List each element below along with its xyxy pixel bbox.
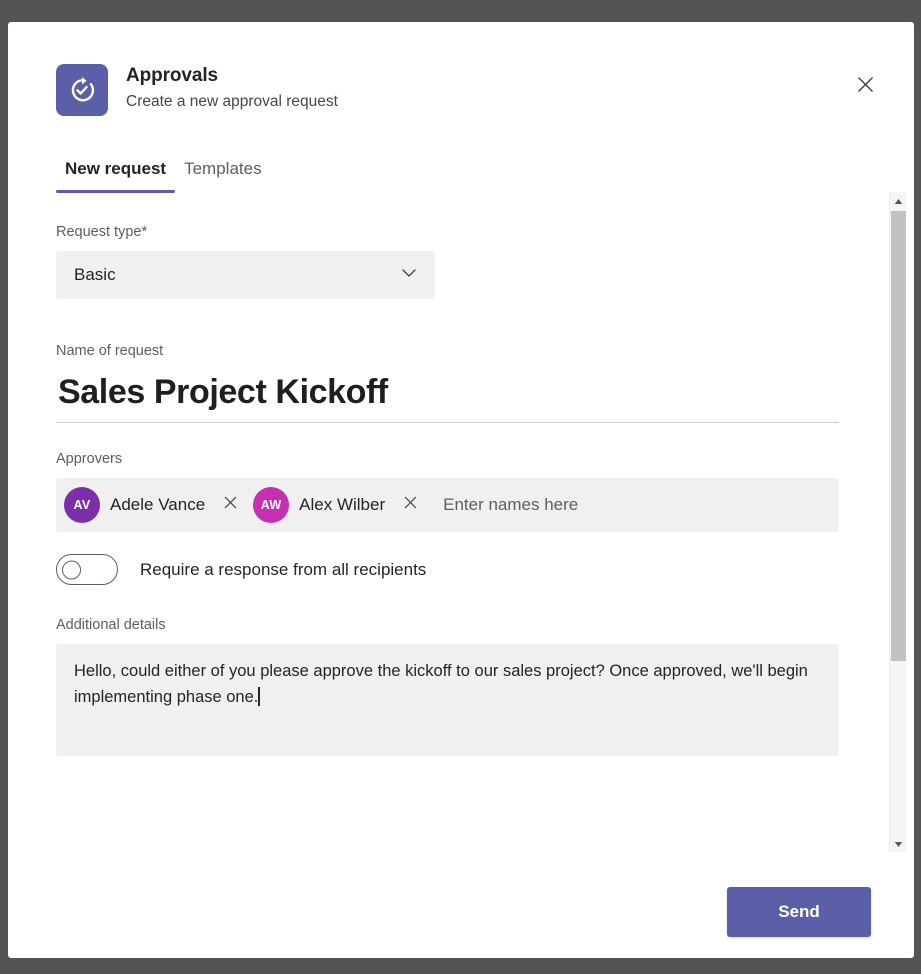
triangle-down-icon (894, 835, 903, 853)
avatar-initials: AW (260, 498, 282, 512)
avatar: AW (253, 487, 290, 523)
approvers-group: Approvers AV Adele Vance AW Alex Wilber … (56, 449, 846, 585)
dialog-title: Approvals (126, 65, 219, 86)
name-of-request-input[interactable]: Sales Project Kickoff (56, 370, 846, 422)
close-icon (403, 495, 418, 515)
additional-details-text[interactable]: Hello, could either of you please approv… (74, 658, 819, 710)
close-icon (856, 75, 875, 97)
dialog-subtitle: Create a new approval request (126, 93, 338, 110)
tab-templates-label: Templates (184, 159, 262, 178)
scroll-up-button[interactable] (890, 192, 907, 209)
tab-templates[interactable]: Templates (175, 155, 270, 193)
screen: Approvals Create a new approval request … (0, 0, 921, 974)
avatar-initials: AV (73, 498, 91, 512)
name-of-request-group: Name of request Sales Project Kickoff (56, 341, 846, 423)
approver-chip[interactable]: AW Alex Wilber (251, 483, 431, 527)
approvals-dialog: Approvals Create a new approval request … (8, 22, 914, 958)
additional-details-field[interactable]: Hello, could either of you please approv… (56, 644, 839, 756)
scroll-down-button[interactable] (890, 835, 907, 852)
close-dialog-button[interactable] (848, 69, 882, 103)
name-of-request-label: Name of request (56, 343, 164, 359)
additional-details-label: Additional details (56, 617, 166, 633)
send-button[interactable]: Send (727, 887, 871, 937)
approver-name: Adele Vance (110, 495, 206, 514)
approver-chip[interactable]: AV Adele Vance (62, 483, 251, 527)
request-type-value: Basic (74, 265, 116, 284)
remove-approver-button[interactable] (397, 492, 423, 518)
new-request-form: Request type* Basic Name of request Sale… (56, 222, 846, 756)
remove-approver-button[interactable] (217, 492, 243, 518)
additional-details-value: Hello, could either of you please approv… (74, 662, 808, 706)
chevron-down-icon (399, 263, 419, 288)
require-response-row: Require a response from all recipients (56, 554, 846, 585)
dialog-tabs: New request Templates (56, 155, 271, 193)
request-type-label: Request type* (56, 224, 148, 240)
approvals-app-icon (56, 64, 108, 116)
require-response-toggle[interactable] (56, 554, 118, 585)
require-response-label: Require a response from all recipients (140, 559, 427, 579)
additional-details-group: Additional details Hello, could either o… (56, 615, 846, 756)
text-cursor (258, 687, 260, 706)
toggle-knob (62, 560, 81, 579)
close-icon (223, 495, 238, 515)
scrollbar-thumb[interactable] (891, 211, 906, 661)
approvers-label: Approvers (56, 451, 123, 467)
dialog-header: Approvals Create a new approval request (56, 62, 338, 116)
dialog-scrollbar[interactable] (889, 192, 906, 852)
approver-name: Alex Wilber (299, 495, 386, 514)
avatar: AV (64, 487, 100, 523)
request-type-group: Request type* Basic (56, 222, 846, 299)
tab-new-request-label: New request (65, 159, 167, 178)
tab-new-request[interactable]: New request (56, 155, 176, 193)
triangle-up-icon (894, 192, 903, 210)
approvers-input[interactable] (431, 483, 833, 527)
approvers-field[interactable]: AV Adele Vance AW Alex Wilber Enter name… (56, 478, 839, 532)
request-type-select[interactable]: Basic (56, 251, 435, 299)
